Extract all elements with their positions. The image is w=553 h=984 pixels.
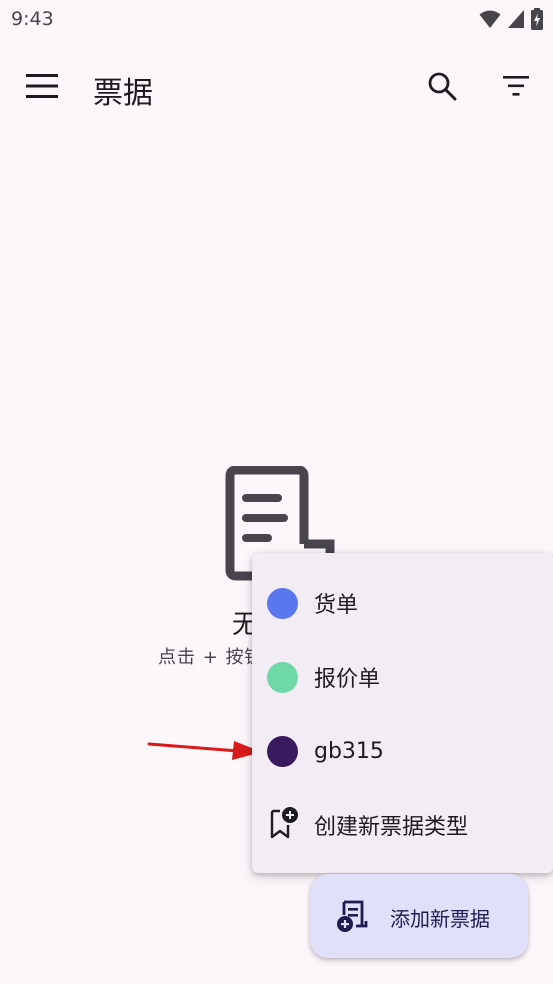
- wifi-icon: [479, 9, 501, 29]
- bookmark-add-icon: [269, 806, 299, 844]
- status-time: 9:43: [11, 8, 54, 30]
- page-title: 票据: [93, 76, 153, 111]
- hamburger-menu-icon: [26, 74, 58, 102]
- fab-label: 添加新票据: [390, 907, 490, 931]
- color-dot: [267, 587, 298, 619]
- annotation-arrow: [146, 736, 264, 768]
- menu-item-label: 报价单: [314, 667, 381, 692]
- menu-item-label: 创建新票据类型: [314, 815, 469, 840]
- empty-state-hint: 点击 + 按钮: [158, 647, 264, 668]
- add-receipt-icon: [336, 899, 370, 937]
- menu-item-label: 货单: [314, 593, 359, 618]
- top-app-bar: 票据: [0, 40, 553, 134]
- filter-button[interactable]: [492, 64, 540, 112]
- status-bar: 9:43: [0, 0, 553, 40]
- add-receipt-fab[interactable]: 添加新票据: [310, 874, 528, 958]
- menu-item-create-receipt-type[interactable]: 创建新票据类型: [252, 793, 553, 857]
- menu-item-receipt-type[interactable]: 货单: [252, 571, 553, 635]
- menu-item-label: gb315: [314, 738, 384, 764]
- status-icons: [479, 8, 543, 30]
- navigation-menu-button[interactable]: [18, 64, 66, 112]
- search-button[interactable]: [418, 64, 466, 112]
- color-dot: [267, 735, 298, 767]
- search-icon: [427, 71, 457, 105]
- signal-icon: [507, 9, 525, 29]
- battery-charging-icon: [531, 8, 543, 30]
- menu-item-receipt-type[interactable]: gb315: [252, 719, 553, 783]
- filter-icon: [503, 76, 529, 100]
- color-dot: [267, 661, 298, 693]
- receipt-type-menu: 货单 报价单 gb315 创建新票据类型: [252, 553, 553, 873]
- menu-item-receipt-type[interactable]: 报价单: [252, 645, 553, 709]
